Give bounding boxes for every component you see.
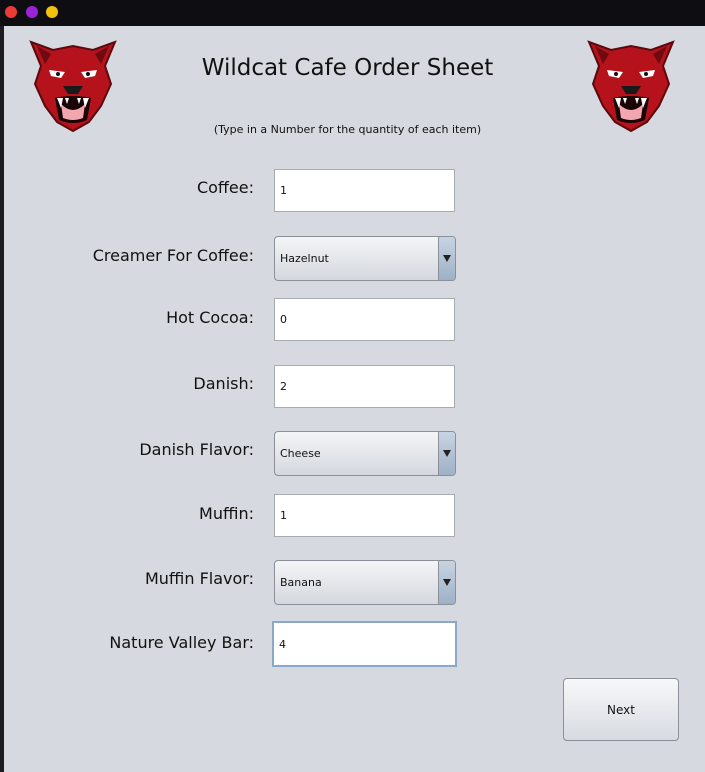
creamer-selected-value: Hazelnut — [280, 252, 329, 265]
chevron-down-icon[interactable] — [438, 561, 455, 604]
nature-valley-quantity-input[interactable] — [272, 621, 457, 667]
minimize-window-button[interactable] — [26, 6, 38, 18]
hot-cocoa-label: Hot Cocoa: — [166, 308, 254, 327]
nature-valley-label: Nature Valley Bar: — [109, 633, 254, 652]
danish-label: Danish: — [193, 374, 254, 393]
muffin-flavor-label: Muffin Flavor: — [144, 569, 254, 588]
coffee-label: Coffee: — [196, 178, 254, 197]
chevron-down-icon[interactable] — [438, 237, 455, 280]
muffin-flavor-dropdown[interactable]: Banana — [274, 560, 456, 605]
danish-flavor-selected-value: Cheese — [280, 447, 321, 460]
creamer-dropdown[interactable]: Hazelnut — [274, 236, 456, 281]
coffee-quantity-input[interactable] — [274, 169, 455, 212]
hot-cocoa-quantity-input[interactable] — [274, 298, 455, 341]
danish-quantity-input[interactable] — [274, 365, 455, 408]
window-edge — [0, 26, 4, 772]
next-button[interactable]: Next — [563, 678, 679, 741]
instructions-text: (Type in a Number for the quantity of ea… — [213, 123, 482, 136]
page-title: Wildcat Cafe Order Sheet — [201, 55, 494, 81]
chevron-down-icon[interactable] — [438, 432, 455, 475]
danish-flavor-dropdown[interactable]: Cheese — [274, 431, 456, 476]
close-window-button[interactable] — [5, 6, 17, 18]
danish-flavor-label: Danish Flavor: — [139, 440, 254, 459]
window-titlebar — [0, 0, 705, 26]
muffin-quantity-input[interactable] — [274, 494, 455, 537]
muffin-flavor-selected-value: Banana — [280, 576, 322, 589]
creamer-label: Creamer For Coffee: — [92, 246, 254, 265]
wildcat-mascot-icon — [587, 40, 675, 133]
muffin-label: Muffin: — [199, 504, 254, 523]
wildcat-mascot-icon — [29, 40, 117, 133]
maximize-window-button[interactable] — [46, 6, 58, 18]
